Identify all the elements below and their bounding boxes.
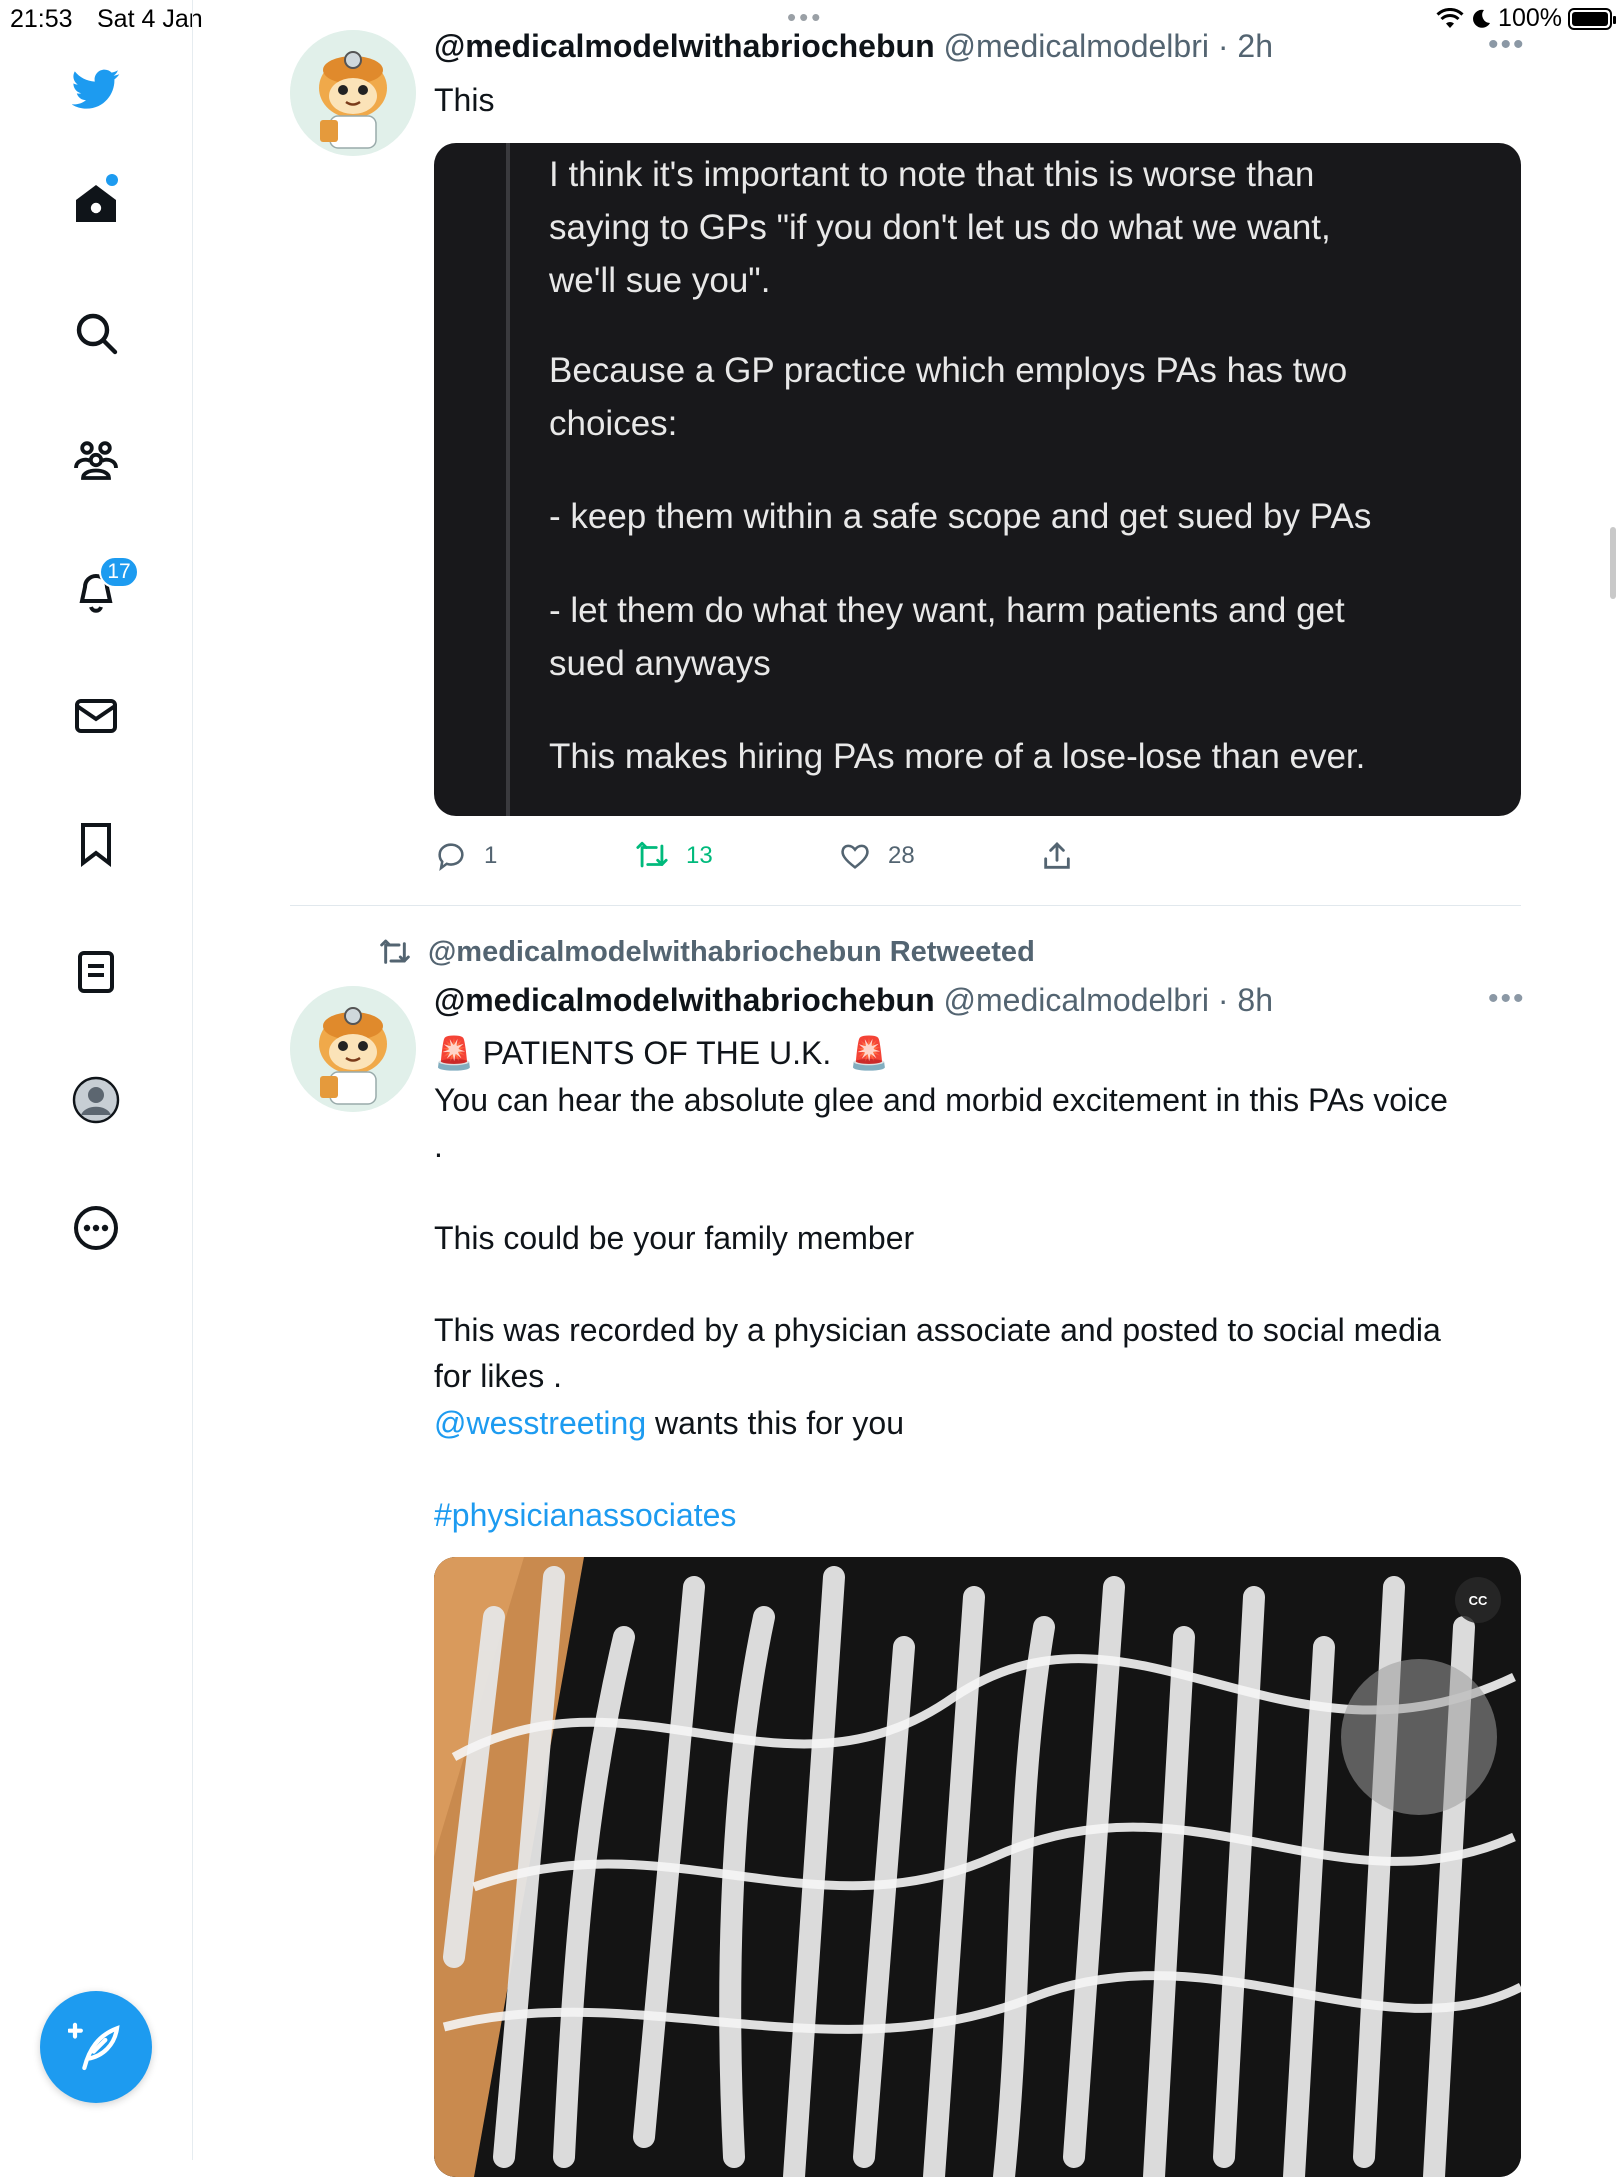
quote-paragraph-4: - let them do what they want, harm patie… [549,591,1345,683]
quote-paragraph-3: - keep them within a safe scope and get … [549,497,1372,536]
scroll-indicator[interactable] [1610,527,1616,599]
home-new-dot [106,174,118,186]
share-icon [1044,841,1070,869]
like-count: 28 [888,842,915,869]
tweet-2-header: @medicalmodelwithabriochebun @medicalmod… [434,982,1273,1019]
quote-paragraph-1: I think it's important to note that this… [549,155,1331,300]
reply-icon [438,843,464,872]
tweet-1-attached-image[interactable]: I think it's important to note that this… [434,143,1521,816]
mention-link[interactable]: @wesstreeting [434,1405,646,1441]
quote-paragraph-5: This makes hiring PAs more of a lose-los… [549,737,1366,776]
reply-count: 1 [484,842,498,869]
share-button[interactable] [1040,839,1074,873]
tweet-2-headline: 🚨 PATIENTS OF THE U.K. 🚨 [434,1035,889,1071]
tweet-1-handle[interactable]: @medicalmodelbri [944,28,1209,64]
tweet-1-display-name[interactable]: @medicalmodelwithabriochebun [434,28,935,64]
retweet-button[interactable]: 13 [634,839,713,873]
compose-tweet-button[interactable] [40,1991,152,2103]
tweet-2-avatar[interactable] [290,986,416,1112]
tweet-2-handle[interactable]: @medicalmodelbri [944,982,1209,1018]
quote-bar [506,143,510,816]
more-options-icon[interactable] [70,1202,122,1254]
retweet-count: 13 [686,842,713,869]
communities-icon[interactable] [70,436,122,488]
profile-avatar-icon[interactable] [70,1074,122,1126]
tweet-2-line-2: You can hear the absolute glee and morbi… [434,1082,1448,1164]
tweet-divider [290,905,1521,906]
compose-feather-icon [68,2022,120,2071]
retweeted-by-line[interactable]: @medicalmodelwithabriochebun Retweeted [376,936,1035,969]
search-icon[interactable] [70,307,122,359]
tweet-2-display-name[interactable]: @medicalmodelwithabriochebun [434,982,935,1018]
tweet-2-more-icon[interactable]: ••• [1488,982,1526,1016]
moon-icon [1473,9,1491,28]
sidebar: 17 [0,0,193,2160]
home-icon[interactable] [70,178,122,230]
tweet-2-time[interactable]: · 8h [1218,982,1273,1018]
reply-button[interactable]: 1 [434,839,497,873]
wifi-icon [1436,7,1464,28]
battery-icon [1568,7,1616,30]
heart-icon [841,844,869,869]
retweet-small-icon [380,939,410,964]
tweet-1-more-icon[interactable]: ••• [1488,28,1526,62]
tweet-1-avatar[interactable] [290,30,416,156]
tweet-1-time[interactable]: · 2h [1218,28,1273,64]
messages-icon[interactable] [70,690,122,742]
quote-paragraph-2: Because a GP practice which employs PAs … [549,351,1348,443]
tweet-1-text: This [434,82,495,118]
mention-rest-text: wants this for you [646,1405,905,1441]
tweet-2-video[interactable]: CC [434,1557,1521,2177]
twitter-logo-icon[interactable] [70,63,122,115]
tweet-2-line-3: This could be your family member [434,1220,915,1256]
tweet-2-line-4: This was recorded by a physician associa… [434,1312,1441,1394]
tweet-1-header: @medicalmodelwithabriochebun @medicalmod… [434,28,1273,65]
lists-icon[interactable] [70,946,122,998]
hashtag-link[interactable]: #physicianassociates [434,1492,736,1538]
retweet-icon [636,841,668,868]
tweet-2-line-5: @wesstreeting wants this for you [434,1400,904,1446]
notifications-badge: 17 [99,556,139,588]
closed-captions-button[interactable]: CC [1455,1577,1501,1623]
like-button[interactable]: 28 [838,839,915,873]
video-frame-graphic [434,1557,1521,2177]
retweeted-by-text: @medicalmodelwithabriochebun Retweeted [428,936,1035,968]
bookmarks-icon[interactable] [70,818,122,870]
